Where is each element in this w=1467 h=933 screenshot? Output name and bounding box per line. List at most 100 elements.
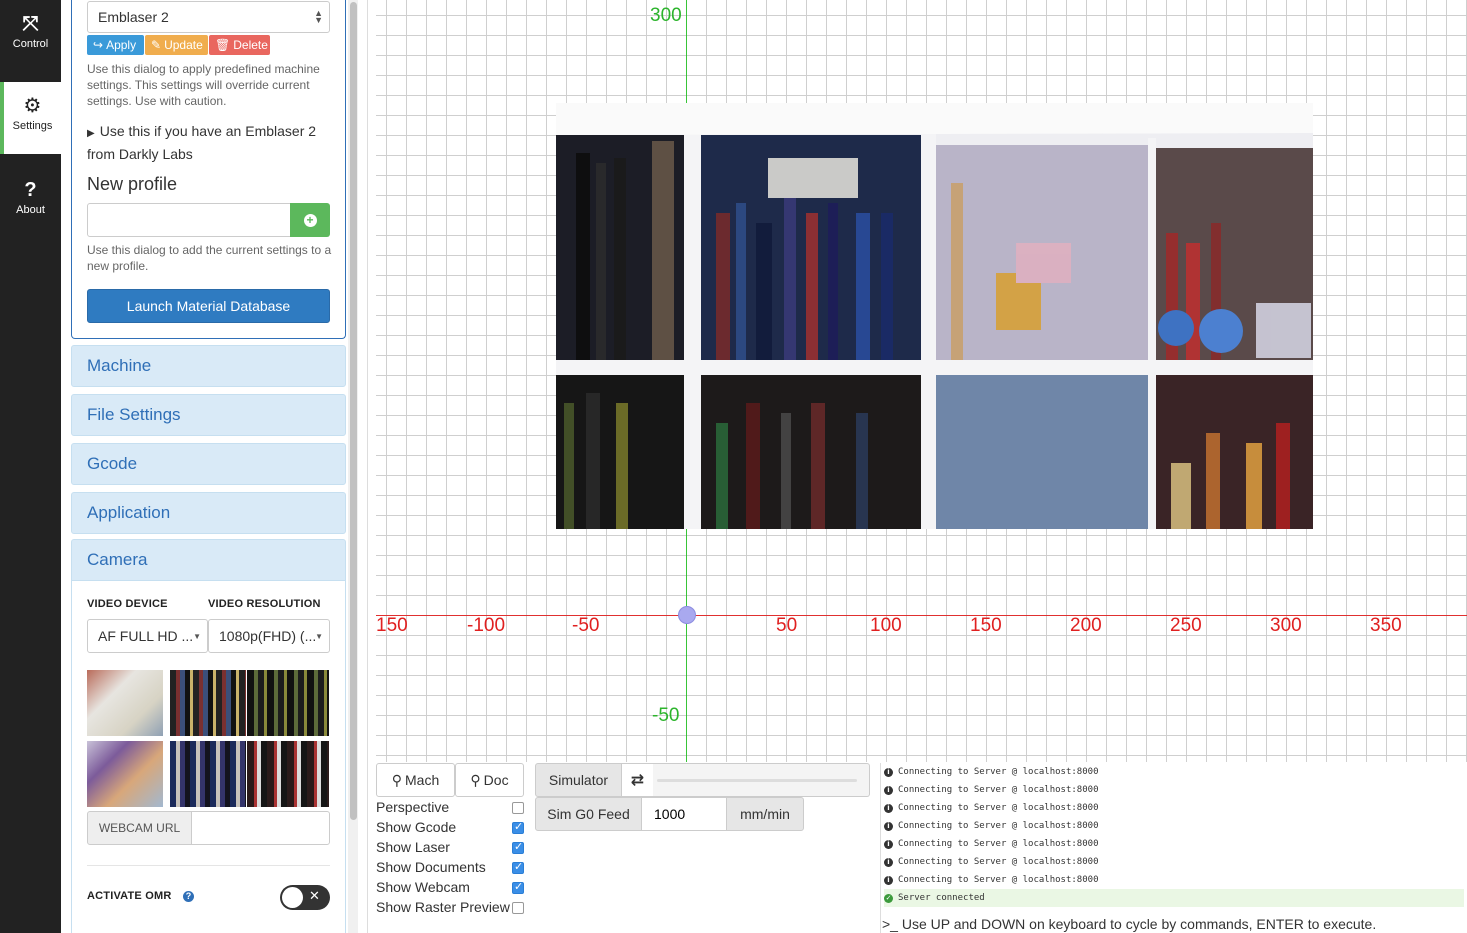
machine-profile-value: Emblaser 2	[98, 9, 169, 25]
accordion-application[interactable]: Application	[71, 492, 346, 534]
simulator-slider[interactable]	[653, 763, 870, 797]
nav-control[interactable]: ⤧ Control	[0, 0, 61, 72]
info-icon: i	[884, 857, 893, 867]
plus-circle-icon: +	[303, 213, 317, 227]
workspace-canvas[interactable]: 150 -100 -50 50 100 150 200 250 300 350 …	[376, 0, 1467, 762]
apply-label: Apply	[106, 38, 137, 52]
video-device-label: VIDEO DEVICE	[87, 598, 168, 610]
console-prompt[interactable]: >_ Use UP and DOWN on keyboard to cycle …	[882, 916, 1376, 932]
log-line: i Connecting to Server @ localhost:8000	[884, 835, 1464, 853]
launch-material-database-button[interactable]: Launch Material Database	[87, 289, 330, 323]
option-show-gcode-checkbox[interactable]	[512, 820, 524, 834]
activate-omr-label: ACTIVATE OMR	[87, 890, 172, 902]
nav-about-label: About	[16, 204, 45, 216]
toggle-knob	[282, 887, 303, 908]
accordion-machine[interactable]: Machine	[71, 345, 346, 387]
x-tick-label: -50	[572, 615, 600, 636]
camera-thumbnail[interactable]	[247, 741, 329, 807]
panel-divider	[367, 0, 368, 933]
pencil-icon: ✎	[151, 38, 162, 52]
option-show-documents-checkbox[interactable]	[512, 860, 524, 874]
help-icon[interactable]: ?	[183, 891, 194, 902]
accordion-file-settings[interactable]: File Settings	[71, 394, 346, 436]
gears-icon: ⚙	[23, 95, 42, 117]
camera-thumbnail[interactable]	[170, 670, 246, 736]
option-show-webcam-checkbox[interactable]	[512, 880, 524, 894]
search-icon: ⚲	[470, 771, 481, 788]
log-line: i Connecting to Server @ localhost:8000	[884, 871, 1464, 889]
apply-button[interactable]: ↪ Apply	[87, 35, 144, 55]
camera-thumbnail[interactable]	[87, 670, 163, 736]
video-device-select[interactable]: AF FULL HD ... ▼	[87, 619, 208, 653]
option-perspective-checkbox[interactable]	[512, 802, 524, 814]
sim-feed-unit: mm/min	[726, 797, 804, 831]
console-log[interactable]: i Connecting to Server @ localhost:8000 i…	[880, 763, 1467, 933]
add-profile-button[interactable]: +	[290, 203, 330, 237]
panel-scrollbar-thumb[interactable]	[350, 2, 357, 820]
chevron-down-icon: ▼	[315, 631, 323, 641]
slider-track	[657, 779, 857, 782]
new-profile-heading: New profile	[87, 174, 178, 194]
profile-help-text: Use this dialog to apply predefined mach…	[87, 62, 320, 108]
info-icon: i	[884, 839, 893, 849]
x-tick-label: 150	[970, 615, 1002, 636]
close-icon: ✕	[309, 888, 320, 903]
log-text: Connecting to Server @ localhost:8000	[898, 875, 1099, 885]
video-device-value: AF FULL HD ...	[98, 628, 194, 644]
x-tick-label: 50	[776, 615, 798, 636]
camera-thumbnail[interactable]	[170, 741, 246, 807]
sim-feed-input[interactable]	[641, 797, 727, 831]
accordion-camera[interactable]: Camera	[71, 539, 346, 581]
camera-thumbnail[interactable]	[247, 670, 329, 736]
zoom-machine-button[interactable]: ⚲ Mach	[376, 763, 455, 797]
profile-note-line2: from Darkly Labs	[87, 146, 193, 162]
x-tick-label: 250	[1170, 615, 1202, 636]
left-nav: ⤧ Control ⚙ Settings ? About	[0, 0, 61, 933]
search-icon: ⚲	[391, 771, 403, 788]
check-circle-icon: ✓	[884, 893, 893, 903]
webcam-url-input[interactable]	[191, 811, 330, 845]
x-tick-label: -100	[467, 615, 506, 636]
trash-icon: 🗑	[215, 38, 231, 52]
update-button[interactable]: ✎ Update	[145, 35, 208, 55]
expand-arrows-icon: ⤧	[22, 13, 39, 35]
sim-feed-label: Sim G0 Feed	[535, 797, 642, 831]
x-tick-label: 300	[1270, 615, 1302, 636]
nav-about[interactable]: ? About	[0, 164, 61, 236]
log-text: Connecting to Server @ localhost:8000	[898, 803, 1099, 813]
log-line: i Connecting to Server @ localhost:8000	[884, 799, 1464, 817]
x-axis	[376, 615, 1467, 616]
video-resolution-label: VIDEO RESOLUTION	[208, 598, 321, 610]
divider	[87, 865, 330, 866]
zoom-document-button[interactable]: ⚲ Doc	[455, 763, 524, 797]
nav-control-label: Control	[12, 38, 49, 50]
origin-marker[interactable]	[678, 606, 696, 624]
exchange-icon: ⇄	[630, 772, 645, 789]
machine-profile-select[interactable]: Emblaser 2 ▲ ▼	[87, 1, 330, 33]
video-resolution-select[interactable]: 1080p(FHD) (... ▼	[208, 619, 330, 653]
profile-note[interactable]: ▶ Use this if you have an Emblaser 2 from…	[87, 121, 337, 164]
log-line: i Connecting to Server @ localhost:8000	[884, 781, 1464, 799]
delete-button[interactable]: 🗑 Delete	[209, 35, 270, 55]
simulator-label: Simulator	[535, 763, 622, 797]
option-perspective-label: Perspective	[376, 799, 450, 815]
question-icon: ?	[24, 179, 37, 201]
option-show-gcode-label: Show Gcode	[376, 819, 457, 835]
camera-thumbnail[interactable]	[87, 741, 163, 807]
info-icon: i	[884, 785, 893, 795]
option-show-laser-checkbox[interactable]	[512, 840, 524, 854]
y-tick-label: 300	[650, 5, 682, 26]
option-show-laser-label: Show Laser	[376, 839, 450, 855]
log-text: Connecting to Server @ localhost:8000	[898, 821, 1099, 831]
option-show-raster-preview-checkbox[interactable]	[512, 902, 524, 914]
webcam-image	[556, 103, 1313, 529]
simulator-toggle-button[interactable]: ⇄	[621, 763, 654, 797]
option-show-documents-label: Show Documents	[376, 859, 486, 875]
new-profile-input[interactable]	[87, 203, 291, 237]
laserweb-app: ⤧ Control ⚙ Settings ? About Emblaser 2 …	[0, 0, 1467, 933]
accordion-gcode[interactable]: Gcode	[71, 443, 346, 485]
x-tick-label: 350	[1370, 615, 1402, 636]
nav-settings[interactable]: ⚙ Settings	[0, 82, 61, 154]
x-tick-label: 100	[870, 615, 902, 636]
omr-toggle[interactable]: ✕	[280, 885, 330, 910]
